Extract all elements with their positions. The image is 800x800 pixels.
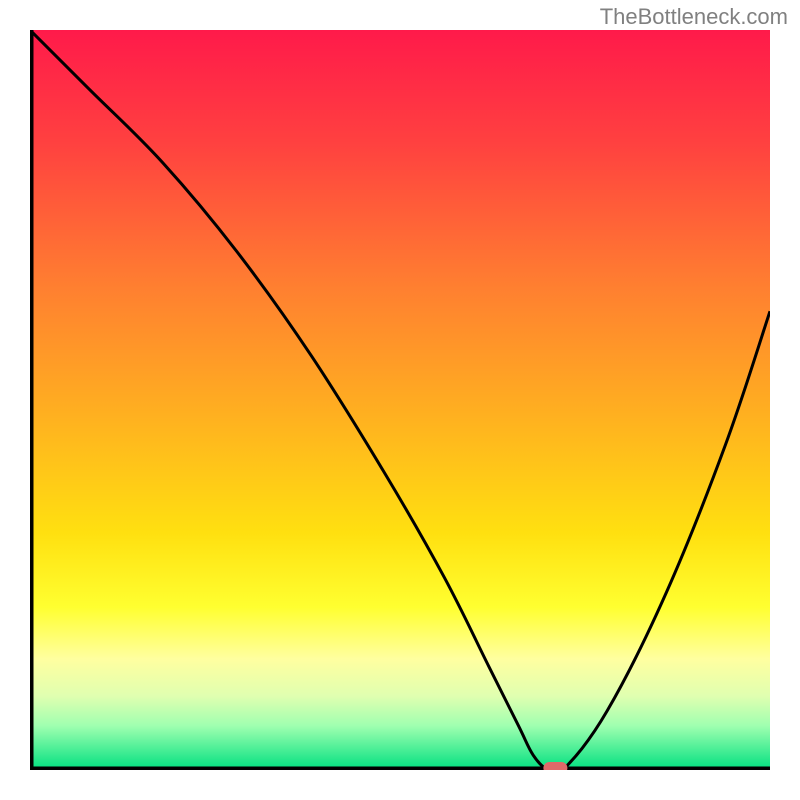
chart-container: TheBottleneck.com bbox=[0, 0, 800, 800]
optimal-marker bbox=[543, 762, 567, 770]
chart-svg bbox=[30, 30, 770, 770]
watermark-text: TheBottleneck.com bbox=[600, 4, 788, 30]
chart-plot-area bbox=[30, 30, 770, 770]
